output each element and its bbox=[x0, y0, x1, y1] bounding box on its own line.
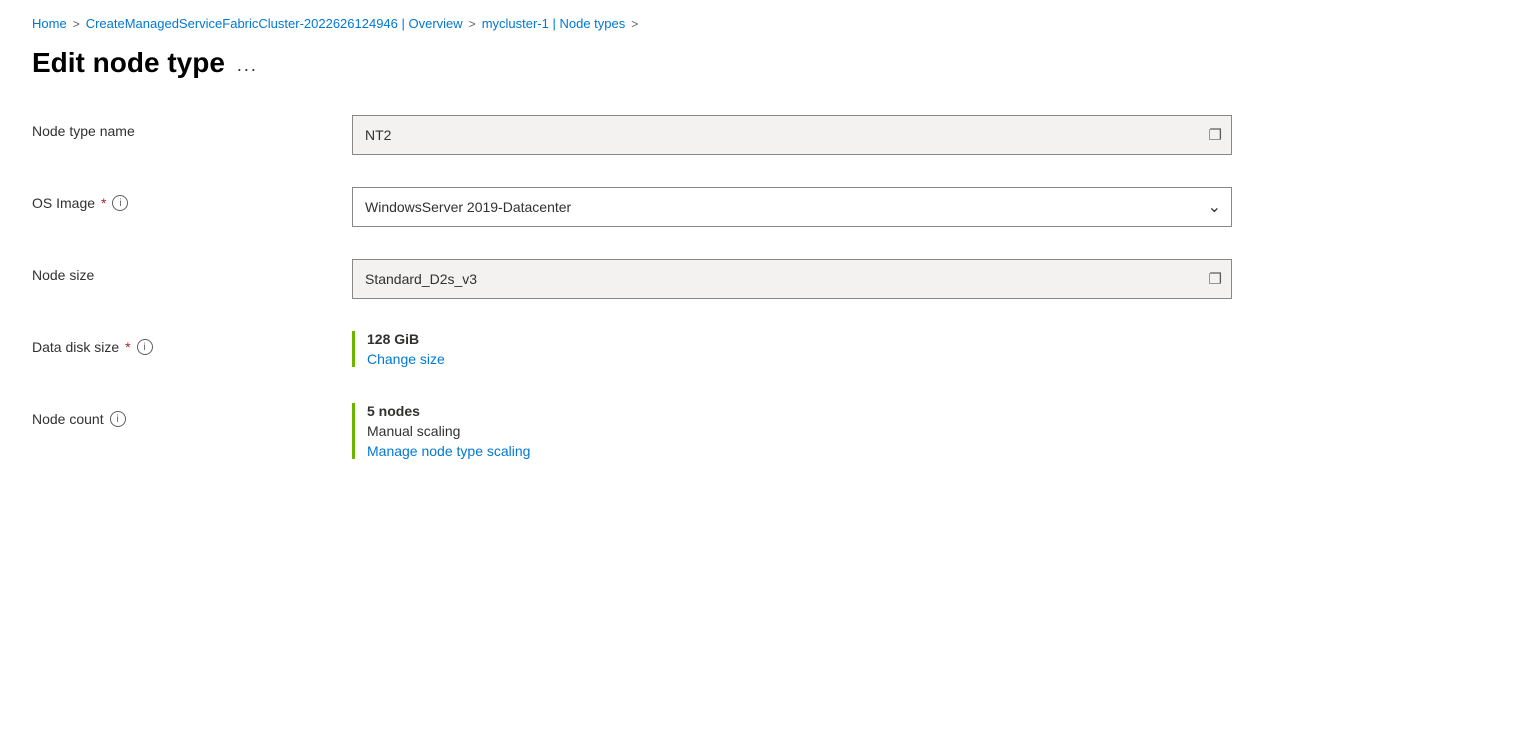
os-image-row: OS Image * i WindowsServer 2019-Datacent… bbox=[32, 187, 1232, 227]
change-size-link[interactable]: Change size bbox=[367, 351, 1232, 367]
node-size-input: Standard_D2s_v3 bbox=[352, 259, 1232, 299]
node-count-scaling-mode: Manual scaling bbox=[367, 423, 1232, 439]
node-size-input-wrapper: Standard_D2s_v3 ❐ bbox=[352, 259, 1232, 299]
node-type-name-row: Node type name NT2 ❐ bbox=[32, 115, 1232, 155]
node-count-row: Node count i 5 nodes Manual scaling Mana… bbox=[32, 403, 1232, 459]
breadcrumb-sep-2: > bbox=[469, 17, 476, 31]
data-disk-size-value: 128 GiB bbox=[367, 331, 1232, 347]
node-count-label: Node count i bbox=[32, 403, 352, 427]
data-disk-size-required: * bbox=[125, 339, 130, 355]
breadcrumb: Home > CreateManagedServiceFabricCluster… bbox=[32, 16, 1492, 31]
data-disk-size-value-bar: 128 GiB Change size bbox=[352, 331, 1232, 367]
node-size-control: Standard_D2s_v3 ❐ bbox=[352, 259, 1232, 299]
node-type-name-input-wrapper: NT2 ❐ bbox=[352, 115, 1232, 155]
node-size-copy-icon[interactable]: ❐ bbox=[1209, 270, 1222, 288]
breadcrumb-cluster-overview[interactable]: CreateManagedServiceFabricCluster-202262… bbox=[86, 16, 463, 31]
data-disk-size-label: Data disk size * i bbox=[32, 331, 352, 355]
node-type-name-input: NT2 bbox=[352, 115, 1232, 155]
data-disk-size-row: Data disk size * i 128 GiB Change size bbox=[32, 331, 1232, 371]
node-count-control: 5 nodes Manual scaling Manage node type … bbox=[352, 403, 1232, 459]
edit-node-type-form: Node type name NT2 ❐ OS Image * i Win bbox=[32, 115, 1232, 459]
os-image-info-icon[interactable]: i bbox=[112, 195, 128, 211]
breadcrumb-home[interactable]: Home bbox=[32, 16, 67, 31]
breadcrumb-sep-3: > bbox=[631, 17, 638, 31]
node-type-name-control: NT2 ❐ bbox=[352, 115, 1232, 155]
manage-node-scaling-link[interactable]: Manage node type scaling bbox=[367, 443, 1232, 459]
os-image-required: * bbox=[101, 195, 106, 211]
node-type-name-label: Node type name bbox=[32, 115, 352, 139]
os-image-control: WindowsServer 2019-Datacenter ⌄ bbox=[352, 187, 1232, 227]
os-image-dropdown[interactable]: WindowsServer 2019-Datacenter ⌄ bbox=[352, 187, 1232, 227]
breadcrumb-node-types[interactable]: mycluster-1 | Node types bbox=[482, 16, 626, 31]
node-count-value-bar: 5 nodes Manual scaling Manage node type … bbox=[352, 403, 1232, 459]
os-image-chevron-icon: ⌄ bbox=[1208, 197, 1221, 217]
breadcrumb-sep-1: > bbox=[73, 17, 80, 31]
page-title: Edit node type bbox=[32, 47, 225, 79]
page-title-row: Edit node type ... bbox=[32, 47, 1492, 79]
node-type-name-copy-icon[interactable]: ❐ bbox=[1209, 126, 1222, 144]
data-disk-size-info-icon[interactable]: i bbox=[137, 339, 153, 355]
node-size-label: Node size bbox=[32, 259, 352, 283]
data-disk-size-control: 128 GiB Change size bbox=[352, 331, 1232, 367]
node-count-value: 5 nodes bbox=[367, 403, 1232, 419]
node-count-info-icon[interactable]: i bbox=[110, 411, 126, 427]
ellipsis-menu-button[interactable]: ... bbox=[237, 55, 258, 76]
os-image-label: OS Image * i bbox=[32, 187, 352, 211]
node-size-row: Node size Standard_D2s_v3 ❐ bbox=[32, 259, 1232, 299]
